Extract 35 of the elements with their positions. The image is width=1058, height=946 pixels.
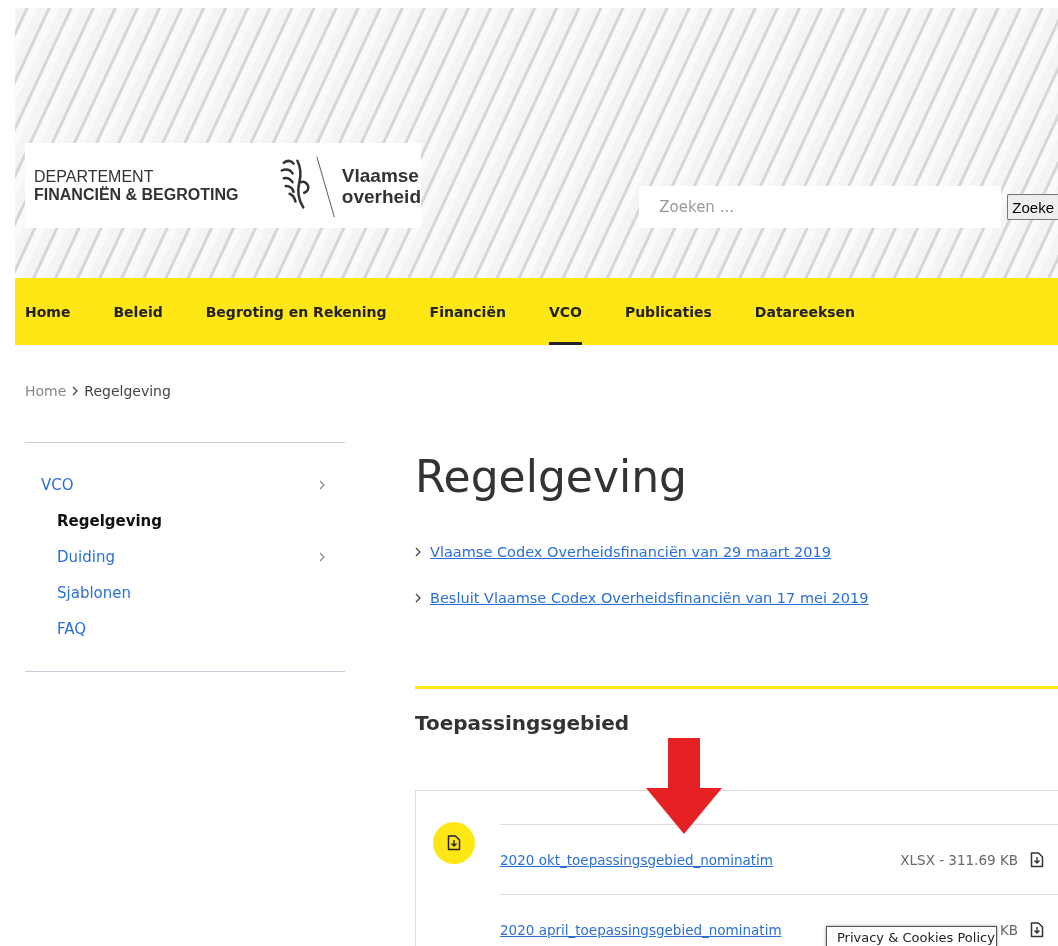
logo-text: Vlaamse xyxy=(341,164,420,186)
chevron-icon xyxy=(415,593,421,603)
breadcrumb-link[interactable]: Home xyxy=(25,383,67,399)
file-link[interactable]: 2020 okt_toepassingsgebied_nominatim xyxy=(500,851,773,868)
search-button[interactable]: Zoeke xyxy=(1007,194,1058,220)
cookie-policy-tooltip: Privacy & Cookies Policy xyxy=(826,926,997,946)
document-link[interactable]: Besluit Vlaamse Codex Overheidsfinanciën van 17 mei 2019 xyxy=(430,590,869,606)
nav-tab[interactable]: VCO xyxy=(548,278,582,345)
sidebar-item[interactable]: FAQ xyxy=(25,611,345,647)
file-size: XLSX - 311.69 KB xyxy=(900,851,1018,868)
page-title: Regelgeving xyxy=(415,450,688,504)
document-link[interactable]: Vlaamse Codex Overheidsfinanciën van 29 maart 2019 xyxy=(430,544,831,560)
nav-tab[interactable]: Home xyxy=(25,278,71,345)
breadcrumb-chevron-icon xyxy=(72,386,79,396)
sidebar-item[interactable]: Regelgeving xyxy=(25,503,345,539)
logo-text: FINANCIËN & BEGROTING xyxy=(34,185,240,204)
breadcrumb-current: Regelgeving xyxy=(84,383,171,399)
search-field[interactable]: Zoeken ... xyxy=(639,186,1002,228)
logo-text: DEPARTEMENT xyxy=(34,167,155,186)
file-link[interactable]: 2020 april_toepassingsgebied_nominatim xyxy=(500,921,782,938)
file-size: KB xyxy=(999,921,1018,938)
nav-tab[interactable]: Publicaties xyxy=(624,278,712,345)
chevron-icon xyxy=(415,547,421,557)
logo-text: overheid xyxy=(341,185,421,207)
sidebar-item[interactable]: Sjablonen xyxy=(25,575,345,611)
nav-tab[interactable]: Financiën xyxy=(429,278,506,345)
file-download-icon xyxy=(447,835,461,851)
sidebar-item[interactable]: VCO xyxy=(25,467,345,503)
nav-tab[interactable]: Datareeksen xyxy=(754,278,856,345)
nav-tab[interactable]: Begroting en Rekening xyxy=(205,278,387,345)
file-download-icon xyxy=(1030,851,1044,868)
nav-tab[interactable]: Beleid xyxy=(113,278,163,345)
section-title: Toepassingsgebied xyxy=(415,711,631,735)
file-download-icon xyxy=(1030,921,1044,938)
sidebar-item[interactable]: Duiding xyxy=(25,539,345,575)
